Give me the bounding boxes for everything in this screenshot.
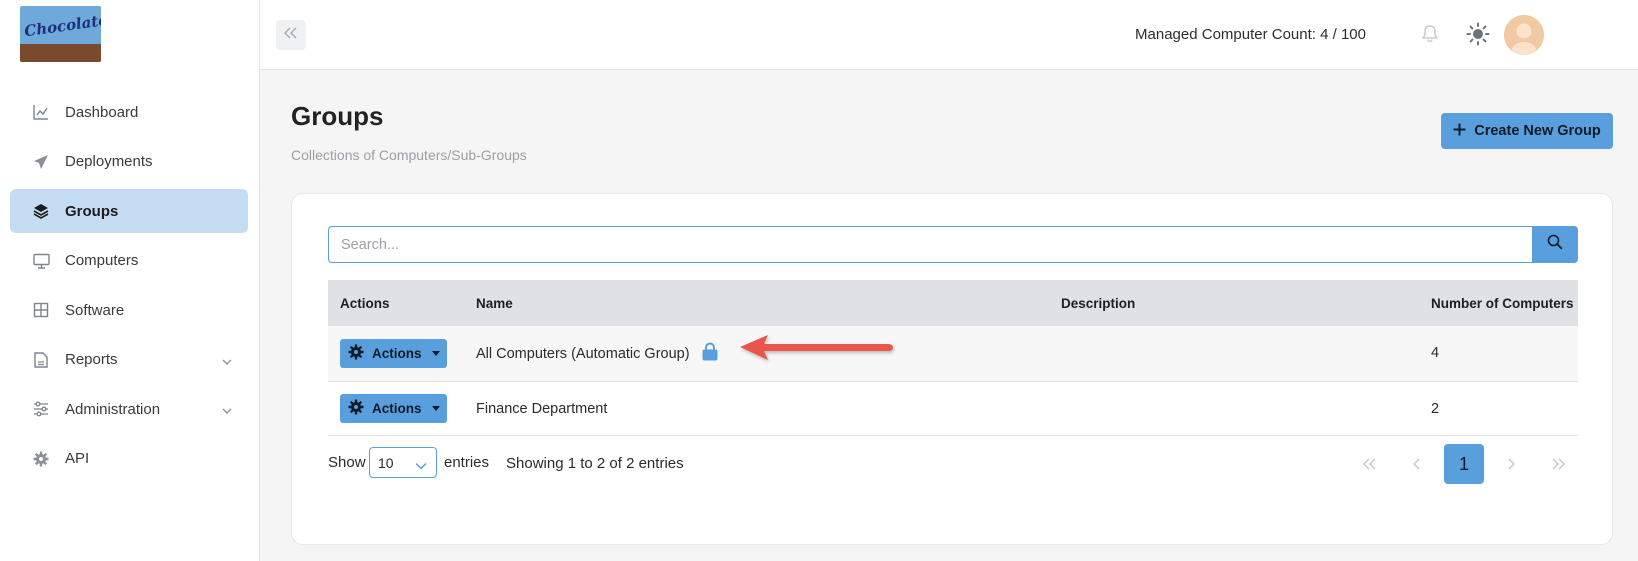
groups-table-container: Actions Name Description Number of Compu… <box>328 280 1578 436</box>
actions-cell: Actions <box>328 326 464 381</box>
actions-label: Actions <box>372 345 422 361</box>
double-chevron-left-icon <box>284 26 298 44</box>
sidebar-item-groups[interactable]: Groups <box>10 189 248 233</box>
groups-card: Actions Name Description Number of Compu… <box>291 193 1613 545</box>
page-1-button[interactable]: 1 <box>1444 444 1484 484</box>
group-name[interactable]: Finance Department <box>476 401 607 417</box>
create-new-group-label: Create New Group <box>1474 123 1601 139</box>
annotation-arrow <box>738 331 898 372</box>
caret-down-icon <box>431 350 440 356</box>
topbar: Managed Computer Count: 4 / 100 <box>260 0 1638 70</box>
computer-count-cell: 2 <box>1431 400 1440 417</box>
page-subtitle: Collections of Computers/Sub-Groups <box>291 147 527 163</box>
sidebar-item-label: Reports <box>65 351 118 368</box>
description-cell <box>1049 381 1419 436</box>
search-button[interactable] <box>1532 226 1578 263</box>
sidebar-item-software[interactable]: Software <box>10 288 248 332</box>
sidebar-item-label: API <box>65 450 90 467</box>
search-icon <box>1547 234 1563 255</box>
column-header-name[interactable]: Name <box>464 280 1049 326</box>
sidebar-item-computers[interactable]: Computers <box>10 239 248 283</box>
groups-table: Actions Name Description Number of Compu… <box>328 280 1578 436</box>
chevron-down-icon <box>222 401 232 418</box>
managed-computer-count: Managed Computer Count: 4 / 100 <box>1135 26 1366 43</box>
layers-icon <box>32 202 50 220</box>
user-avatar[interactable] <box>1504 15 1544 55</box>
gear-icon <box>348 399 364 418</box>
chevron-down-icon <box>415 457 427 473</box>
gear-icon <box>32 450 50 468</box>
sidebar-item-api[interactable]: API <box>10 437 248 481</box>
show-label: Show <box>328 454 366 471</box>
sidebar-item-label: Groups <box>65 202 119 220</box>
row-actions-dropdown[interactable]: Actions <box>340 394 447 424</box>
gear-icon <box>348 344 364 363</box>
notifications-bell-icon[interactable] <box>1421 24 1439 47</box>
previous-page-button[interactable] <box>1397 444 1437 484</box>
chocolatey-logo[interactable]: Chocolatey <box>20 6 101 62</box>
collapse-sidebar-button[interactable] <box>276 20 306 50</box>
sidebar-item-label: Computers <box>65 252 139 269</box>
paper-plane-icon <box>32 153 50 171</box>
table-row: Actions Finance Department 2 <box>328 381 1578 436</box>
sidebar-nav: Dashboard Deployments Groups Computers S… <box>10 90 248 486</box>
table-header-row: Actions Name Description Number of Compu… <box>328 280 1578 326</box>
sidebar-item-label: Dashboard <box>65 103 139 121</box>
next-page-button[interactable] <box>1491 444 1531 484</box>
page-length-select[interactable]: 10 <box>369 447 437 478</box>
chart-line-icon <box>32 103 50 121</box>
file-icon <box>32 351 50 369</box>
group-name[interactable]: All Computers (Automatic Group) <box>476 346 690 362</box>
first-page-button[interactable] <box>1350 444 1390 484</box>
sidebar-item-label: Administration <box>65 400 161 418</box>
sliders-icon <box>32 400 50 418</box>
grid-icon <box>32 301 50 319</box>
sidebar-item-deployments[interactable]: Deployments <box>10 140 248 184</box>
actions-label: Actions <box>372 401 422 417</box>
entries-label: entries <box>444 454 490 471</box>
search-bar <box>328 226 1578 263</box>
table-info: Showing 1 to 2 of 2 entries <box>506 455 684 472</box>
sidebar-item-reports[interactable]: Reports <box>10 338 248 382</box>
row-actions-dropdown[interactable]: Actions <box>340 338 447 368</box>
sidebar-item-administration[interactable]: Administration <box>10 387 248 431</box>
column-header-actions[interactable]: Actions <box>328 280 464 326</box>
desktop-icon <box>32 252 50 270</box>
sidebar-item-label: Deployments <box>65 153 153 170</box>
table-footer: Show 10 entries Showing 1 to 2 of 2 entr… <box>328 444 1578 484</box>
description-cell <box>1049 326 1419 381</box>
pagination: 1 <box>1343 444 1578 484</box>
sidebar: Chocolatey Dashboard Deployments Groups … <box>0 0 260 561</box>
create-new-group-button[interactable]: Create New Group <box>1441 113 1613 149</box>
actions-cell: Actions <box>328 381 464 436</box>
name-cell: Finance Department <box>464 381 1049 436</box>
theme-toggle-sun-icon[interactable] <box>1466 22 1490 51</box>
search-input[interactable] <box>328 226 1532 263</box>
page-title: Groups <box>291 101 384 131</box>
chevron-down-icon <box>222 352 232 369</box>
table-row: Actions All Computers (Automatic Group) … <box>328 326 1578 381</box>
computer-count-cell: 4 <box>1431 345 1440 362</box>
sidebar-item-dashboard[interactable]: Dashboard <box>10 90 248 134</box>
caret-down-icon <box>431 406 440 412</box>
column-header-description[interactable]: Description <box>1049 280 1419 326</box>
last-page-button[interactable] <box>1538 444 1578 484</box>
lock-icon <box>702 342 718 365</box>
column-header-number-of-computers[interactable]: Number of Computers <box>1419 280 1578 326</box>
page-length-value: 10 <box>378 454 394 471</box>
plus-icon <box>1453 123 1466 140</box>
sidebar-item-label: Software <box>65 301 125 319</box>
